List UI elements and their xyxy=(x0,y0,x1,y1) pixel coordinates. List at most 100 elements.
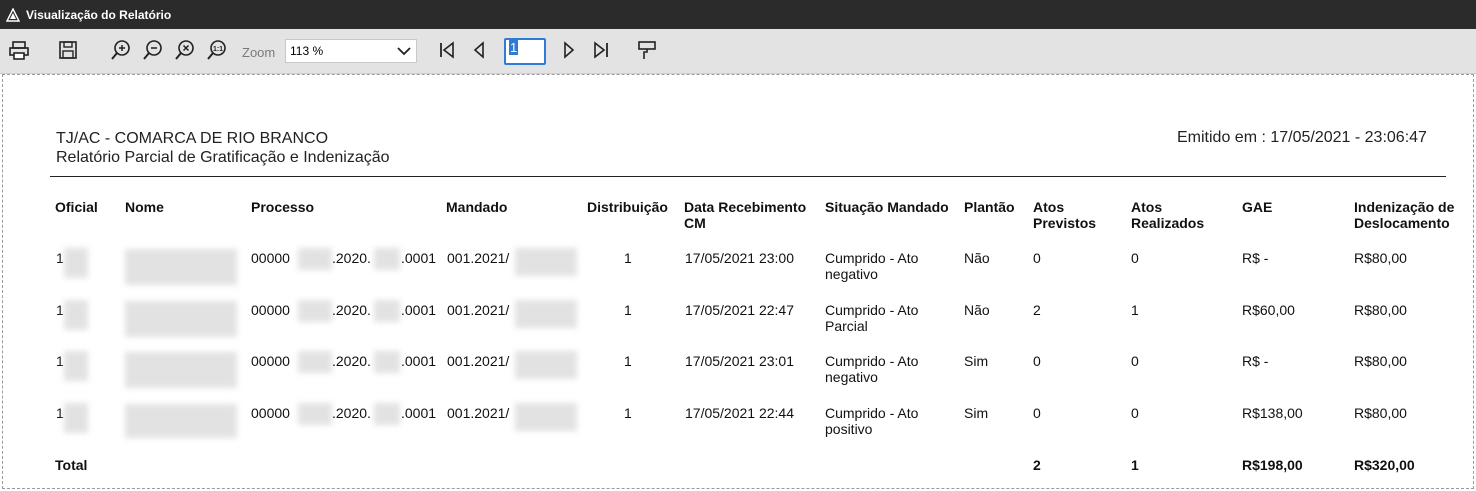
zoom-actual-icon[interactable]: 1:1 xyxy=(204,37,230,63)
cell-data: 17/05/2021 23:01 xyxy=(685,353,794,369)
redacted-oficial xyxy=(64,351,88,381)
report-toolbar: 1:1 Zoom 113 % 1 xyxy=(0,29,1476,74)
redacted-mandado xyxy=(515,300,577,328)
cell-indenizacao: R$80,00 xyxy=(1354,302,1407,318)
cell-previstos: 0 xyxy=(1033,405,1041,421)
report-title: Relatório Parcial de Gratificação e Inde… xyxy=(56,149,390,166)
cell-indenizacao: R$80,00 xyxy=(1354,250,1407,266)
col-indenizacao: Indenização de Deslocamento xyxy=(1354,199,1455,231)
cell-situacao: Cumprido - Ato negativo xyxy=(825,250,919,282)
col-distribuicao: Distribuição xyxy=(587,199,668,215)
paint-icon[interactable] xyxy=(634,37,660,63)
cell-processo-c: .0001 xyxy=(401,405,437,421)
cell-processo-c: .0001 xyxy=(401,250,437,266)
redacted-mandado xyxy=(515,403,577,431)
cell-realizados: 1 xyxy=(1131,302,1139,318)
total-realizados: 1 xyxy=(1131,457,1139,473)
first-page-icon[interactable] xyxy=(434,37,460,63)
col-oficial: Oficial xyxy=(55,199,98,215)
redacted-nome xyxy=(125,301,237,337)
col-plantao: Plantão xyxy=(964,199,1015,215)
cell-mandado: 001.2021/ xyxy=(447,302,510,318)
total-indenizacao: R$320,00 xyxy=(1354,457,1415,473)
cell-plantao: Não xyxy=(964,250,990,266)
cell-gae: R$ - xyxy=(1242,250,1269,266)
cell-distribuicao: 1 xyxy=(624,250,632,266)
cell-processo-a: 00000 xyxy=(251,250,290,266)
prev-page-icon[interactable] xyxy=(466,37,492,63)
last-page-icon[interactable] xyxy=(588,37,614,63)
cell-gae: R$138,00 xyxy=(1242,405,1303,421)
cell-mandado: 001.2021/ xyxy=(447,250,510,266)
zoom-value: 113 % xyxy=(290,44,324,58)
redacted-processo-1 xyxy=(298,403,332,425)
cell-processo-c: .0001 xyxy=(401,302,437,318)
cell-realizados: 0 xyxy=(1131,353,1139,369)
cell-processo-b: .2020. xyxy=(332,302,371,318)
cell-data: 17/05/2021 23:00 xyxy=(685,250,794,266)
cell-plantao: Sim xyxy=(964,405,989,421)
cell-plantao: Sim xyxy=(964,353,989,369)
cell-oficial: 1 xyxy=(56,405,64,421)
cell-gae: R$60,00 xyxy=(1242,302,1295,318)
cell-gae: R$ - xyxy=(1242,353,1269,369)
redacted-mandado xyxy=(515,351,577,379)
redacted-nome xyxy=(125,404,237,438)
report-emitted: Emitido em : 17/05/2021 - 23:06:47 xyxy=(1177,129,1427,146)
redacted-processo-1 xyxy=(298,351,332,373)
redacted-processo-1 xyxy=(298,248,332,270)
col-situacao: Situação Mandado xyxy=(825,199,949,215)
report-header: TJ/AC - COMARCA DE RIO BRANCO Relatório … xyxy=(56,129,390,167)
cell-realizados: 0 xyxy=(1131,250,1139,266)
next-page-icon[interactable] xyxy=(556,37,582,63)
cell-indenizacao: R$80,00 xyxy=(1354,353,1407,369)
redacted-processo-2 xyxy=(374,403,400,425)
col-nome: Nome xyxy=(125,199,164,215)
cell-oficial: 1 xyxy=(56,353,64,369)
report-org: TJ/AC - COMARCA DE RIO BRANCO xyxy=(56,130,329,147)
col-atos-previstos: Atos Previstos xyxy=(1033,199,1097,231)
cell-processo-a: 00000 xyxy=(251,353,290,369)
svg-text:1:1: 1:1 xyxy=(213,46,223,53)
cell-plantao: Não xyxy=(964,302,990,318)
cell-situacao: Cumprido - Ato negativo xyxy=(825,353,919,385)
cell-oficial: 1 xyxy=(56,302,64,318)
cell-previstos: 0 xyxy=(1033,353,1041,369)
printer-icon[interactable] xyxy=(6,37,32,63)
cell-situacao: Cumprido - Ato positivo xyxy=(825,405,919,437)
cell-processo-b: .2020. xyxy=(332,353,371,369)
zoom-label: Zoom xyxy=(242,45,276,60)
cell-processo-c: .0001 xyxy=(401,353,437,369)
col-data-recebimento: Data Recebimento CM xyxy=(684,199,807,231)
total-gae: R$198,00 xyxy=(1242,457,1303,473)
cell-mandado: 001.2021/ xyxy=(447,353,510,369)
cell-previstos: 0 xyxy=(1033,250,1041,266)
col-atos-realizados: Atos Realizados xyxy=(1131,199,1205,231)
chevron-down-icon xyxy=(397,47,411,56)
zoom-out-icon[interactable] xyxy=(140,37,166,63)
redacted-processo-2 xyxy=(374,300,400,322)
cell-data: 17/05/2021 22:47 xyxy=(685,302,794,318)
total-label: Total xyxy=(55,457,88,473)
cell-previstos: 2 xyxy=(1033,302,1041,318)
zoom-reset-icon[interactable] xyxy=(172,37,198,63)
redacted-processo-2 xyxy=(374,248,400,270)
redacted-mandado xyxy=(515,248,577,276)
cell-distribuicao: 1 xyxy=(624,353,632,369)
cell-data: 17/05/2021 22:44 xyxy=(685,405,794,421)
redacted-oficial xyxy=(64,248,88,278)
redacted-oficial xyxy=(64,300,88,330)
cell-distribuicao: 1 xyxy=(624,302,632,318)
zoom-in-icon[interactable] xyxy=(108,37,134,63)
header-divider xyxy=(50,176,1446,177)
cell-processo-a: 00000 xyxy=(251,405,290,421)
col-mandado: Mandado xyxy=(446,199,508,215)
zoom-select[interactable]: 113 % xyxy=(285,39,417,63)
app-logo-icon xyxy=(6,7,20,22)
total-previstos: 2 xyxy=(1033,457,1041,473)
page-number-input[interactable]: 1 xyxy=(504,38,546,65)
redacted-nome xyxy=(125,352,237,388)
redacted-oficial xyxy=(64,403,88,433)
window-titlebar: Visualização do Relatório xyxy=(0,0,1476,29)
save-icon[interactable] xyxy=(55,37,81,63)
